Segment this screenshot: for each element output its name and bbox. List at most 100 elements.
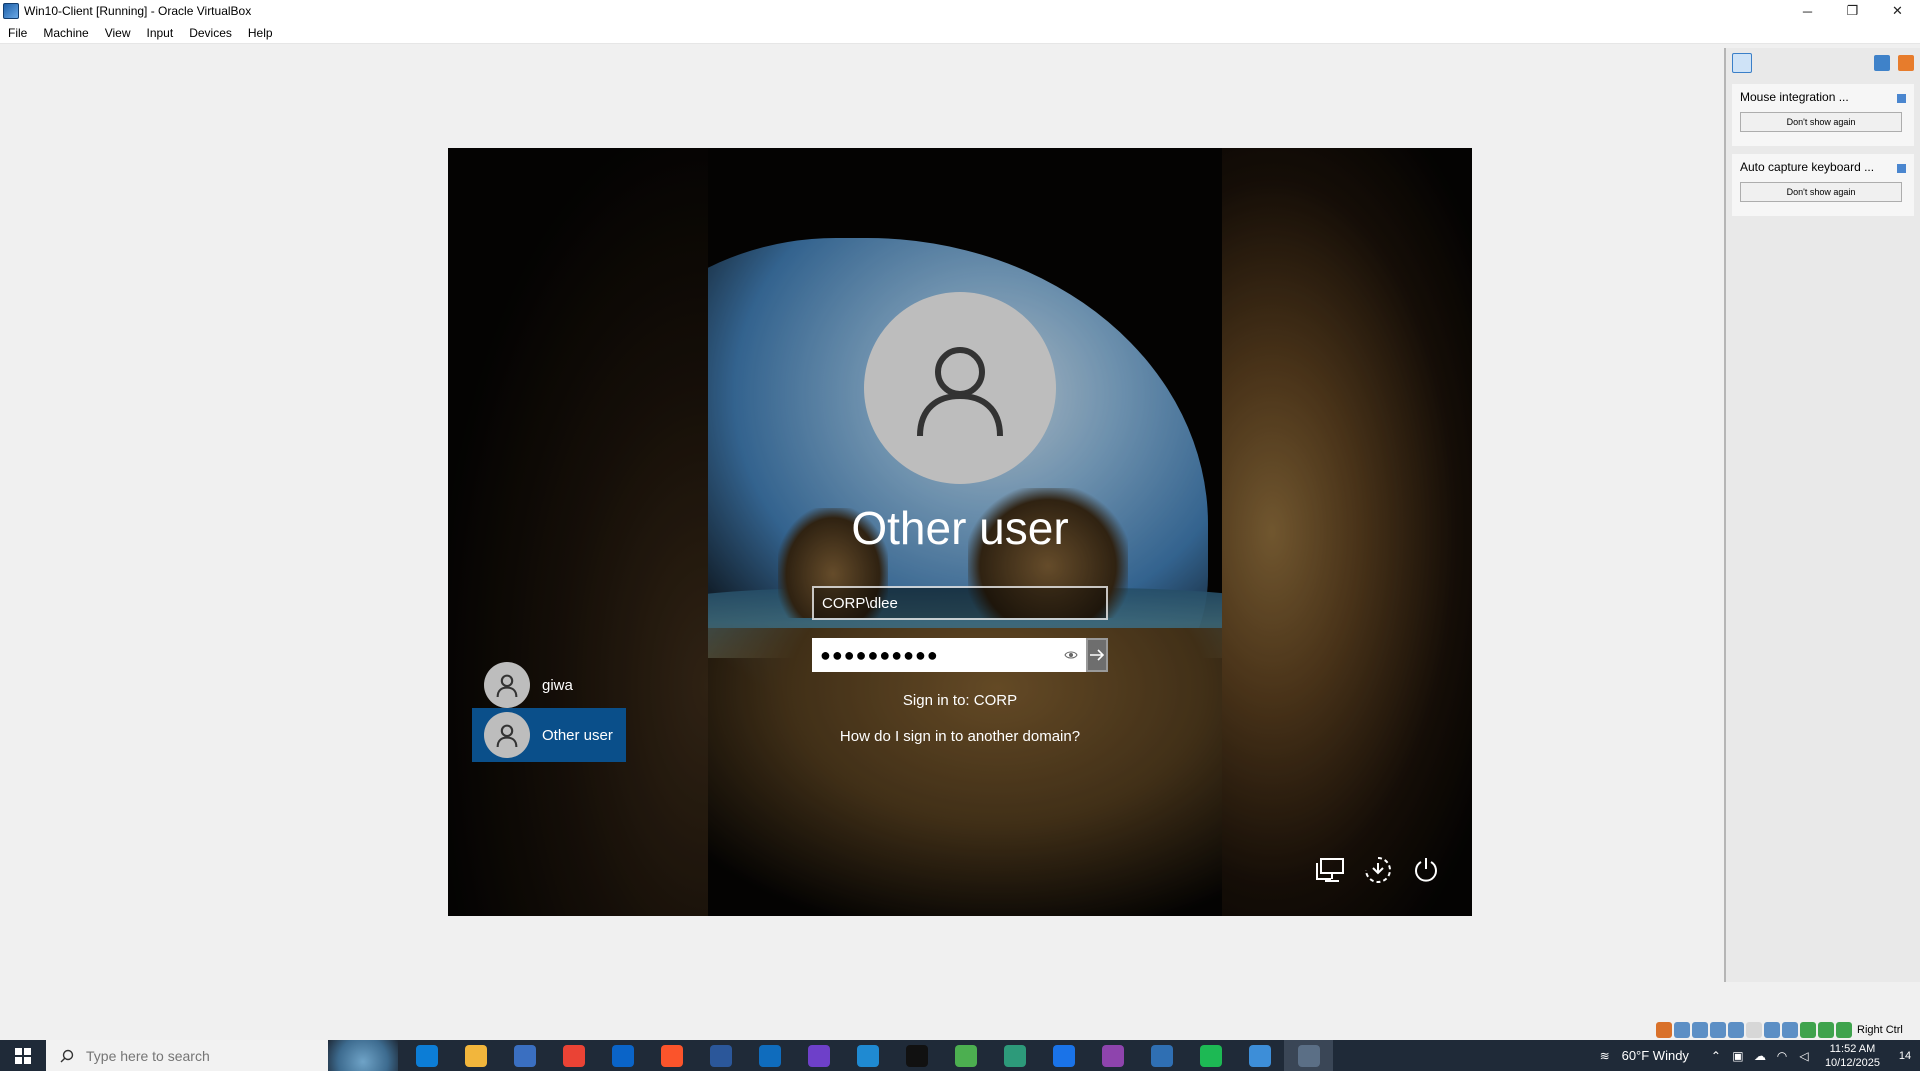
app-glyph-icon	[758, 1044, 781, 1067]
app-glyph-icon	[1101, 1044, 1124, 1067]
keyboard-capture-icon[interactable]	[1836, 1022, 1852, 1038]
taskbar-search-input[interactable]	[86, 1047, 306, 1064]
cpu-icon[interactable]	[1800, 1022, 1816, 1038]
app-glyph-icon	[1150, 1044, 1173, 1067]
menu-file[interactable]: File	[0, 22, 35, 44]
host-taskbar: ≋ 60°F Windy ⌃ ▣ ☁ ◠ ◁ 11:52 AM 10/12/20…	[0, 1040, 1920, 1071]
app-glyph-icon	[954, 1044, 977, 1067]
host-key-label: Right Ctrl	[1857, 1024, 1903, 1036]
reveal-password-eye-icon[interactable]	[1058, 640, 1084, 670]
close-notification-icon[interactable]	[1897, 94, 1906, 103]
dont-show-again-button[interactable]: Don't show again	[1740, 182, 1902, 202]
power-icon[interactable]	[1410, 854, 1442, 886]
user-tile-other-user[interactable]: Other user	[472, 708, 626, 762]
window-titlebar[interactable]: Win10-Client [Running] - Oracle VirtualB…	[0, 0, 1920, 22]
taskbar-app-icon[interactable]	[1088, 1040, 1137, 1071]
taskbar-app-icon[interactable]	[1186, 1040, 1235, 1071]
close-notification-icon[interactable]	[1897, 164, 1906, 173]
taskbar-app-icon[interactable]	[941, 1040, 990, 1071]
menu-devices[interactable]: Devices	[181, 22, 240, 44]
optical-drive-icon[interactable]	[1674, 1022, 1690, 1038]
app-glyph-icon	[464, 1044, 487, 1067]
taskbar-app-icon[interactable]	[745, 1040, 794, 1071]
app-glyph-icon	[856, 1044, 879, 1067]
taskbar-app-icon[interactable]	[1039, 1040, 1088, 1071]
restore-button[interactable]: ❐	[1830, 0, 1875, 22]
ease-of-access-icon[interactable]	[1362, 854, 1394, 886]
menu-view[interactable]: View	[97, 22, 139, 44]
news-weather-widget[interactable]	[328, 1040, 398, 1071]
virtualbox-app-icon	[3, 3, 19, 19]
submit-arrow-button[interactable]	[1086, 638, 1108, 672]
search-icon	[60, 1049, 74, 1062]
login-user-title: Other user	[851, 502, 1069, 554]
cloud-icon[interactable]: ☁	[1749, 1049, 1771, 1063]
wifi-icon[interactable]: ◠	[1771, 1049, 1793, 1063]
virtualbox-status-bar: Right Ctrl	[1656, 1020, 1920, 1040]
hard-disk-icon[interactable]	[1656, 1022, 1672, 1038]
taskbar-app-icon[interactable]	[843, 1040, 892, 1071]
start-button[interactable]	[0, 1040, 46, 1071]
user-tile-name: Other user	[542, 726, 613, 744]
taskbar-app-icon[interactable]	[647, 1040, 696, 1071]
app-glyph-icon	[1052, 1044, 1075, 1067]
password-input[interactable]	[814, 640, 1058, 670]
volume-icon[interactable]: ◁	[1793, 1049, 1815, 1063]
username-input[interactable]	[814, 588, 1106, 618]
user-tile-giwa[interactable]: giwa	[472, 658, 626, 712]
app-glyph-icon	[1199, 1044, 1222, 1067]
taskbar-app-icon[interactable]	[598, 1040, 647, 1071]
action-center-button[interactable]: 14	[1890, 1050, 1920, 1062]
window-title: Win10-Client [Running] - Oracle VirtualB…	[24, 4, 252, 18]
taskbar-app-icon[interactable]	[1137, 1040, 1186, 1071]
taskbar-app-icon[interactable]	[451, 1040, 500, 1071]
network-adapter-icon[interactable]	[1710, 1022, 1726, 1038]
vm-screen[interactable]: Other user Sign in to: CORP Ho	[448, 148, 1472, 916]
shared-folders-icon[interactable]	[1746, 1022, 1762, 1038]
taskbar-app-icon[interactable]	[794, 1040, 843, 1071]
taskbar-app-icon[interactable]	[402, 1040, 451, 1071]
taskbar-app-icon[interactable]	[696, 1040, 745, 1071]
taskbar-app-icon[interactable]	[549, 1040, 598, 1071]
app-glyph-icon	[611, 1044, 634, 1067]
username-field-wrapper	[812, 586, 1108, 620]
recording-icon[interactable]	[1782, 1022, 1798, 1038]
taskbar-pinned-apps	[402, 1040, 1333, 1071]
usb-icon[interactable]	[1728, 1022, 1744, 1038]
taskbar-app-icon[interactable]	[892, 1040, 941, 1071]
mouse-integration-icon[interactable]	[1818, 1022, 1834, 1038]
clear-all-icon[interactable]	[1898, 55, 1914, 71]
app-glyph-icon	[1297, 1044, 1320, 1067]
taskbar-app-icon[interactable]	[1284, 1040, 1333, 1071]
tray-app-icon[interactable]: ▣	[1727, 1049, 1749, 1063]
notification-center-icon[interactable]	[1732, 53, 1752, 73]
network-icon[interactable]	[1314, 854, 1346, 886]
taskbar-app-icon[interactable]	[500, 1040, 549, 1071]
user-tile-avatar-icon	[484, 712, 530, 758]
toggle-sorting-icon[interactable]	[1874, 55, 1890, 71]
notification-title: Auto capture keyboard ...	[1740, 160, 1875, 174]
notification-auto-capture-keyboard: Auto capture keyboard ... Don't show aga…	[1732, 154, 1914, 216]
app-glyph-icon	[905, 1044, 928, 1067]
menu-machine[interactable]: Machine	[35, 22, 96, 44]
lock-screen-system-icons	[1314, 854, 1442, 886]
app-glyph-icon	[807, 1044, 830, 1067]
dont-show-again-button[interactable]: Don't show again	[1740, 112, 1902, 132]
taskbar-app-icon[interactable]	[990, 1040, 1039, 1071]
taskbar-search-box[interactable]	[46, 1040, 328, 1071]
menu-input[interactable]: Input	[139, 22, 182, 44]
app-glyph-icon	[1248, 1044, 1271, 1067]
display-icon[interactable]	[1764, 1022, 1780, 1038]
taskbar-clock[interactable]: 11:52 AM 10/12/2025	[1825, 1042, 1880, 1070]
menu-help[interactable]: Help	[240, 22, 281, 44]
tray-weather[interactable]: ≋ 60°F Windy	[1594, 1048, 1689, 1063]
weather-text: 60°F Windy	[1621, 1048, 1689, 1063]
minimize-button[interactable]: ─	[1785, 0, 1830, 22]
audio-icon[interactable]	[1692, 1022, 1708, 1038]
chevron-up-icon[interactable]: ⌃	[1705, 1049, 1727, 1063]
notification-count: 14	[1898, 1049, 1912, 1062]
notification-title: Mouse integration ...	[1740, 90, 1849, 104]
close-button[interactable]: ✕	[1875, 0, 1920, 22]
taskbar-app-icon[interactable]	[1235, 1040, 1284, 1071]
app-glyph-icon	[1003, 1044, 1026, 1067]
